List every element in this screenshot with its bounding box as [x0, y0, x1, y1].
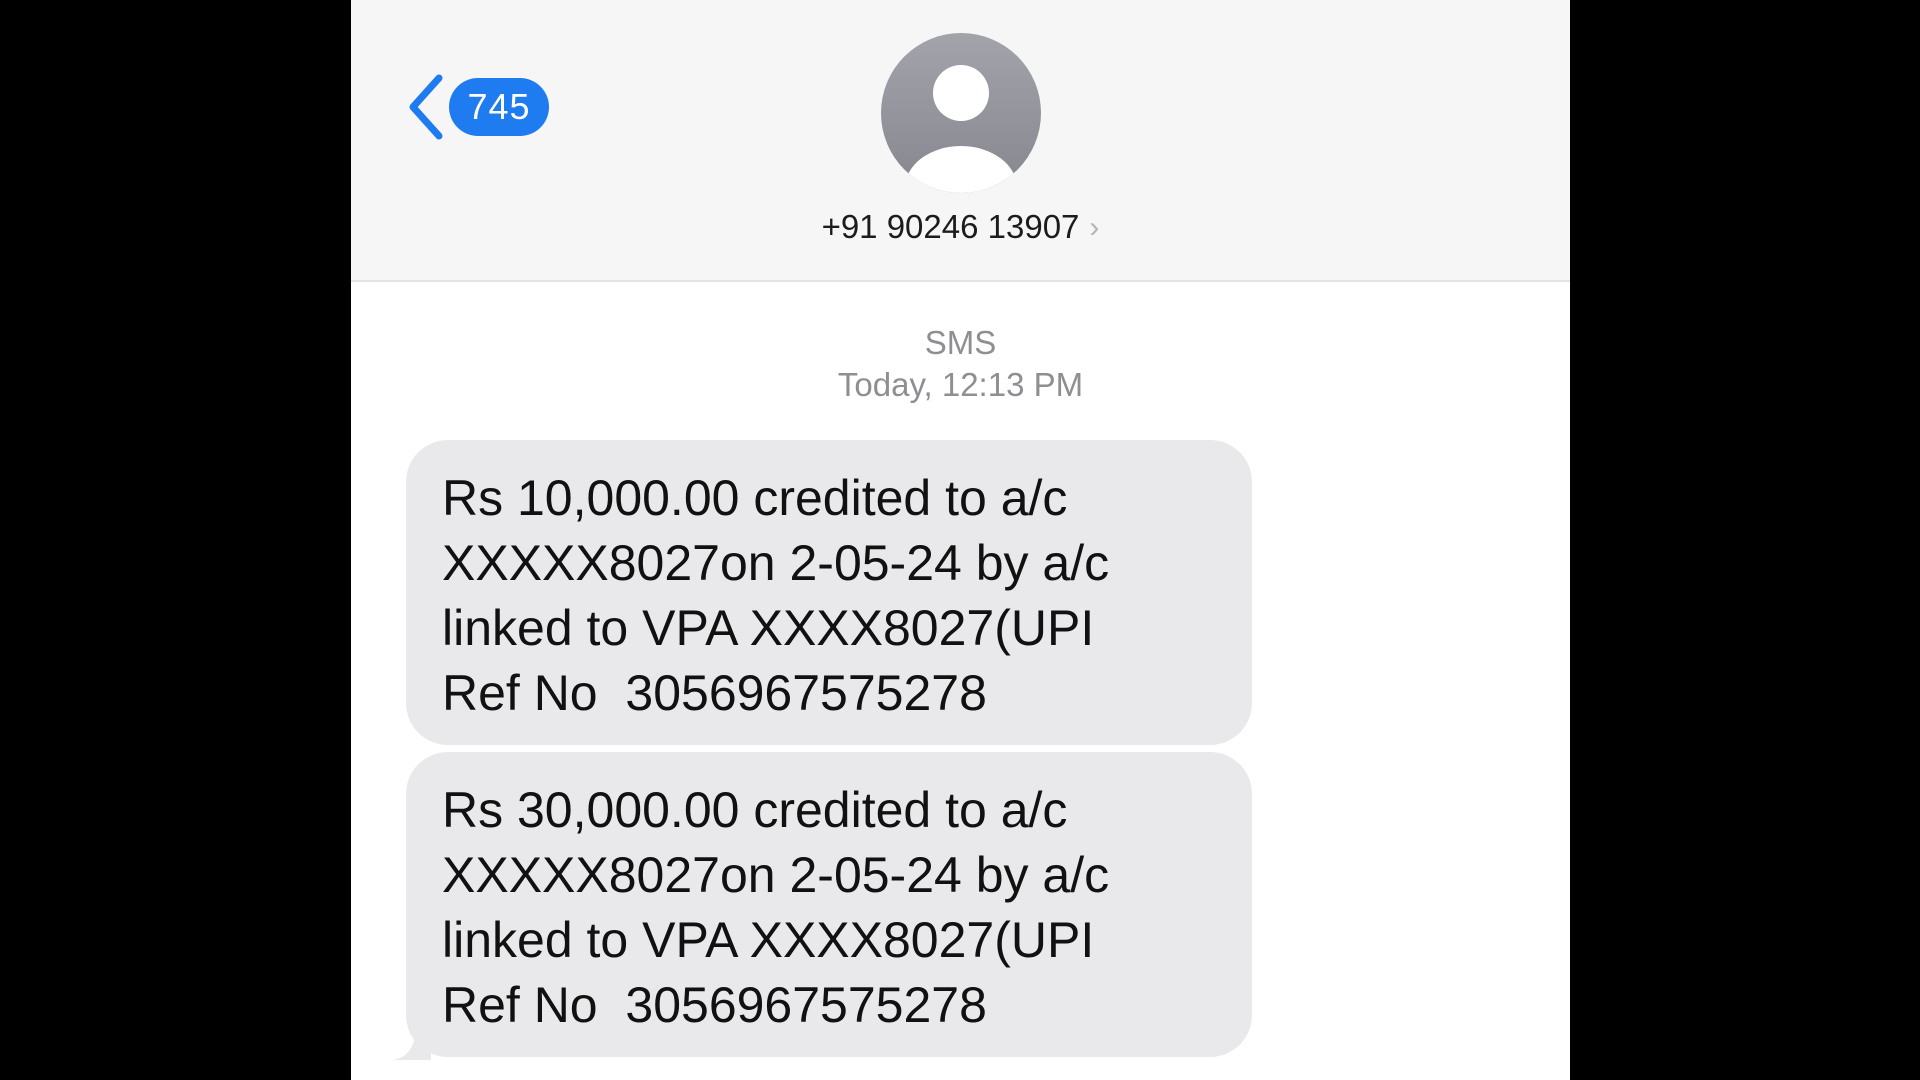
message-bubble[interactable]: Rs 10,000.00 credited to a/c XXXXX8027on… — [406, 440, 1252, 745]
chevron-right-icon: › — [1089, 211, 1100, 244]
message-line: Ref No 3056967575278 — [442, 665, 987, 721]
messages-screen: 745 +91 90246 13907 › SMS Today, 12:13 PM… — [351, 0, 1570, 1080]
message-line: linked to VPA XXXX8027(UPI — [442, 912, 1095, 968]
contact-name-button[interactable]: +91 90246 13907 › — [351, 208, 1570, 246]
unread-count-badge: 745 — [449, 78, 549, 136]
conversation-header: 745 +91 90246 13907 › — [351, 0, 1570, 282]
contact-number: +91 90246 13907 — [821, 208, 1080, 245]
bubble-tail — [393, 1036, 431, 1060]
person-avatar-icon[interactable] — [878, 30, 1044, 196]
message-bubble[interactable]: Rs 30,000.00 credited to a/c XXXXX8027on… — [406, 752, 1252, 1057]
message-type-label: SMS — [924, 324, 997, 361]
message-line: Ref No 3056967575278 — [442, 977, 987, 1033]
chevron-left-icon — [409, 74, 443, 140]
back-button[interactable]: 745 — [403, 72, 549, 142]
message-line: Rs 30,000.00 credited to a/c — [442, 782, 1068, 838]
message-line: XXXXX8027on 2-05-24 by a/c — [442, 847, 1110, 903]
message-line: XXXXX8027on 2-05-24 by a/c — [442, 535, 1110, 591]
message-line: Rs 10,000.00 credited to a/c — [442, 470, 1068, 526]
message-timestamp: Today, 12:13 PM — [837, 366, 1084, 403]
message-line: linked to VPA XXXX8027(UPI — [442, 600, 1095, 656]
